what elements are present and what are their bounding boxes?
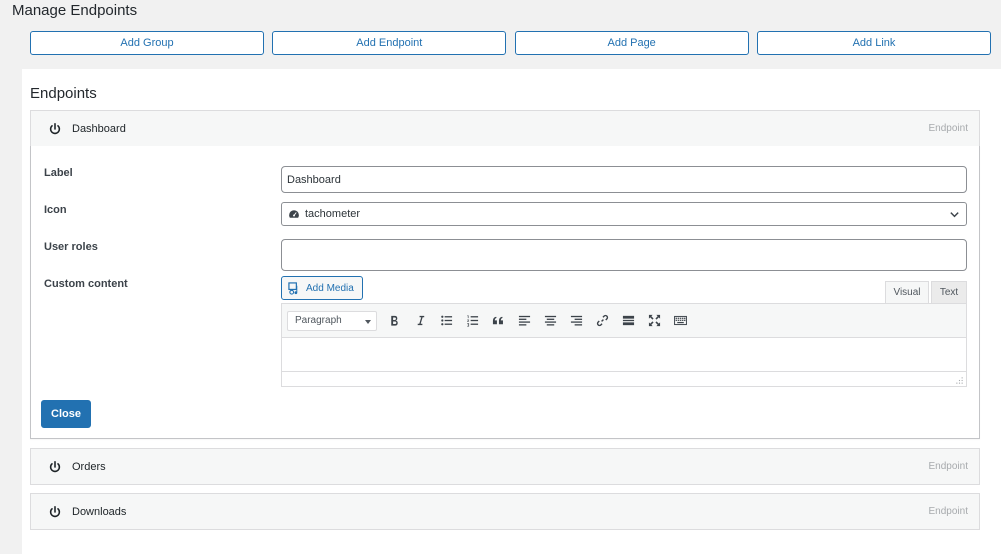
caret-down-icon bbox=[365, 319, 371, 324]
numbered-list-button[interactable] bbox=[459, 311, 485, 331]
quote-icon bbox=[492, 316, 503, 325]
bulleted-list-button[interactable] bbox=[433, 311, 459, 331]
bulleted-list-icon bbox=[440, 315, 452, 326]
icon-select[interactable]: tachometer bbox=[281, 202, 967, 226]
editor-statusbar bbox=[281, 372, 967, 387]
blockquote-button[interactable] bbox=[485, 311, 511, 331]
toolbar-toggle-button[interactable] bbox=[667, 311, 693, 331]
bold-button[interactable] bbox=[381, 311, 407, 331]
fullscreen-button[interactable] bbox=[641, 311, 667, 331]
italic-button[interactable] bbox=[407, 311, 433, 331]
endpoint-type: Endpoint bbox=[928, 506, 968, 517]
action-buttons: Add Group Add Endpoint Add Page Add Link bbox=[30, 31, 991, 55]
tachometer-icon bbox=[289, 210, 299, 218]
content-editor[interactable] bbox=[281, 338, 967, 372]
read-more-icon bbox=[622, 315, 634, 326]
endpoint-type: Endpoint bbox=[928, 123, 968, 134]
icon-select-value: tachometer bbox=[305, 208, 361, 220]
resize-handle-icon[interactable] bbox=[956, 377, 963, 384]
endpoints-title: Endpoints bbox=[30, 85, 97, 102]
numbered-list-icon bbox=[466, 315, 478, 327]
align-left-button[interactable] bbox=[511, 311, 537, 331]
chevron-down-icon bbox=[950, 212, 959, 218]
add-media-button[interactable]: Add Media bbox=[281, 276, 363, 300]
editor-toolbar: Paragraph bbox=[281, 303, 967, 338]
tab-visual[interactable]: Visual bbox=[885, 281, 929, 304]
format-select[interactable]: Paragraph bbox=[287, 310, 377, 331]
endpoint-label: Orders bbox=[72, 460, 106, 473]
add-link-button[interactable]: Add Link bbox=[756, 31, 991, 55]
power-icon bbox=[49, 460, 61, 472]
add-endpoint-button[interactable]: Add Endpoint bbox=[272, 31, 507, 55]
align-center-button[interactable] bbox=[537, 311, 563, 331]
media-icon bbox=[288, 281, 298, 295]
close-button[interactable]: Close bbox=[41, 400, 91, 428]
endpoint-header-downloads[interactable]: Downloads Endpoint bbox=[30, 493, 980, 530]
read-more-button[interactable] bbox=[615, 311, 641, 331]
tab-text[interactable]: Text bbox=[931, 281, 967, 304]
endpoint-type: Endpoint bbox=[928, 461, 968, 472]
insert-link-button[interactable] bbox=[589, 311, 615, 331]
power-icon bbox=[49, 505, 61, 517]
align-left-icon bbox=[518, 315, 530, 326]
link-icon bbox=[596, 314, 608, 327]
power-icon bbox=[49, 122, 61, 134]
fullscreen-icon bbox=[648, 314, 660, 327]
keyboard-icon bbox=[673, 315, 687, 326]
custom-content-field-label: Custom content bbox=[44, 278, 128, 290]
align-center-icon bbox=[544, 315, 556, 326]
italic-icon bbox=[417, 315, 424, 326]
user-roles-field-label: User roles bbox=[44, 241, 98, 253]
label-input[interactable]: Dashboard bbox=[281, 166, 967, 193]
bold-icon bbox=[390, 315, 398, 326]
add-page-button[interactable]: Add Page bbox=[514, 31, 749, 55]
icon-field-label: Icon bbox=[44, 204, 67, 216]
endpoints-panel: Endpoints Dashboard Endpoint Label Dashb… bbox=[22, 69, 1001, 554]
endpoint-header-dashboard[interactable]: Dashboard Endpoint bbox=[30, 110, 980, 147]
user-roles-input[interactable] bbox=[281, 239, 967, 271]
label-field-label: Label bbox=[44, 167, 73, 179]
add-media-label: Add Media bbox=[306, 282, 354, 294]
align-right-icon bbox=[570, 315, 582, 326]
align-right-button[interactable] bbox=[563, 311, 589, 331]
endpoint-label: Dashboard bbox=[72, 122, 126, 135]
endpoint-settings-dashboard: Label Dashboard Icon tachometer User rol… bbox=[30, 146, 980, 439]
add-group-button[interactable]: Add Group bbox=[30, 31, 264, 55]
endpoint-header-orders[interactable]: Orders Endpoint bbox=[30, 448, 980, 485]
format-select-value: Paragraph bbox=[295, 315, 342, 326]
endpoint-label: Downloads bbox=[72, 505, 127, 518]
page-title: Manage Endpoints bbox=[12, 2, 138, 19]
